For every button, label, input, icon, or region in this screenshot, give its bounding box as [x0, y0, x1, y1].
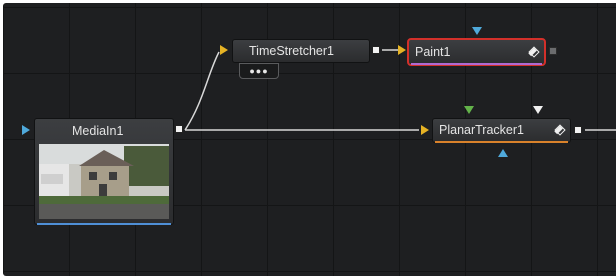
mediain-thumbnail: [39, 144, 169, 219]
mediain-node[interactable]: MediaIn1: [34, 118, 174, 225]
mediain-node-label: MediaIn1: [72, 124, 124, 138]
timestretcher-node-label: TimeStretcher1: [249, 44, 334, 58]
mediain-output-square-icon[interactable]: [175, 125, 183, 133]
planartracker-bottom-strip: [435, 141, 568, 143]
node-editor-canvas[interactable]: MediaIn1 TimeStretcher1 ●●● Paint1 Plana…: [3, 3, 616, 276]
mediain-input-triangle-icon[interactable]: [22, 125, 30, 135]
paint-node[interactable]: Paint1: [407, 38, 546, 66]
timestretcher-output-square-icon[interactable]: [372, 46, 380, 54]
wire-mediain-to-timestretcher: [184, 51, 220, 131]
timestretcher-options-badge[interactable]: ●●●: [239, 63, 279, 79]
timestretcher-input-triangle-icon[interactable]: [220, 45, 228, 55]
planartracker-effect-mask-input-icon[interactable]: [464, 106, 474, 114]
planartracker-node-label: PlanarTracker1: [439, 123, 524, 137]
paint-node-diamond-icon[interactable]: [528, 46, 540, 58]
planartracker-node[interactable]: PlanarTracker1: [432, 118, 571, 143]
paint-node-label: Paint1: [415, 45, 451, 59]
paint-bottom-strip: [411, 63, 542, 65]
planartracker-occlusion-input-icon[interactable]: [533, 106, 543, 114]
planartracker-mask-input-icon[interactable]: [498, 149, 508, 157]
planartracker-node-diamond-icon[interactable]: [554, 124, 566, 136]
timestretcher-options-dots: ●●●: [249, 66, 269, 76]
timestretcher-node[interactable]: TimeStretcher1: [232, 39, 370, 63]
paint-input-triangle-icon[interactable]: [398, 45, 406, 55]
planartracker-output-square-icon[interactable]: [574, 126, 582, 134]
paint-output-square-icon[interactable]: [549, 47, 557, 55]
planartracker-input-triangle-icon[interactable]: [421, 125, 429, 135]
mediain-bottom-strip: [37, 223, 171, 225]
paint-mask-input-icon[interactable]: [472, 27, 482, 35]
